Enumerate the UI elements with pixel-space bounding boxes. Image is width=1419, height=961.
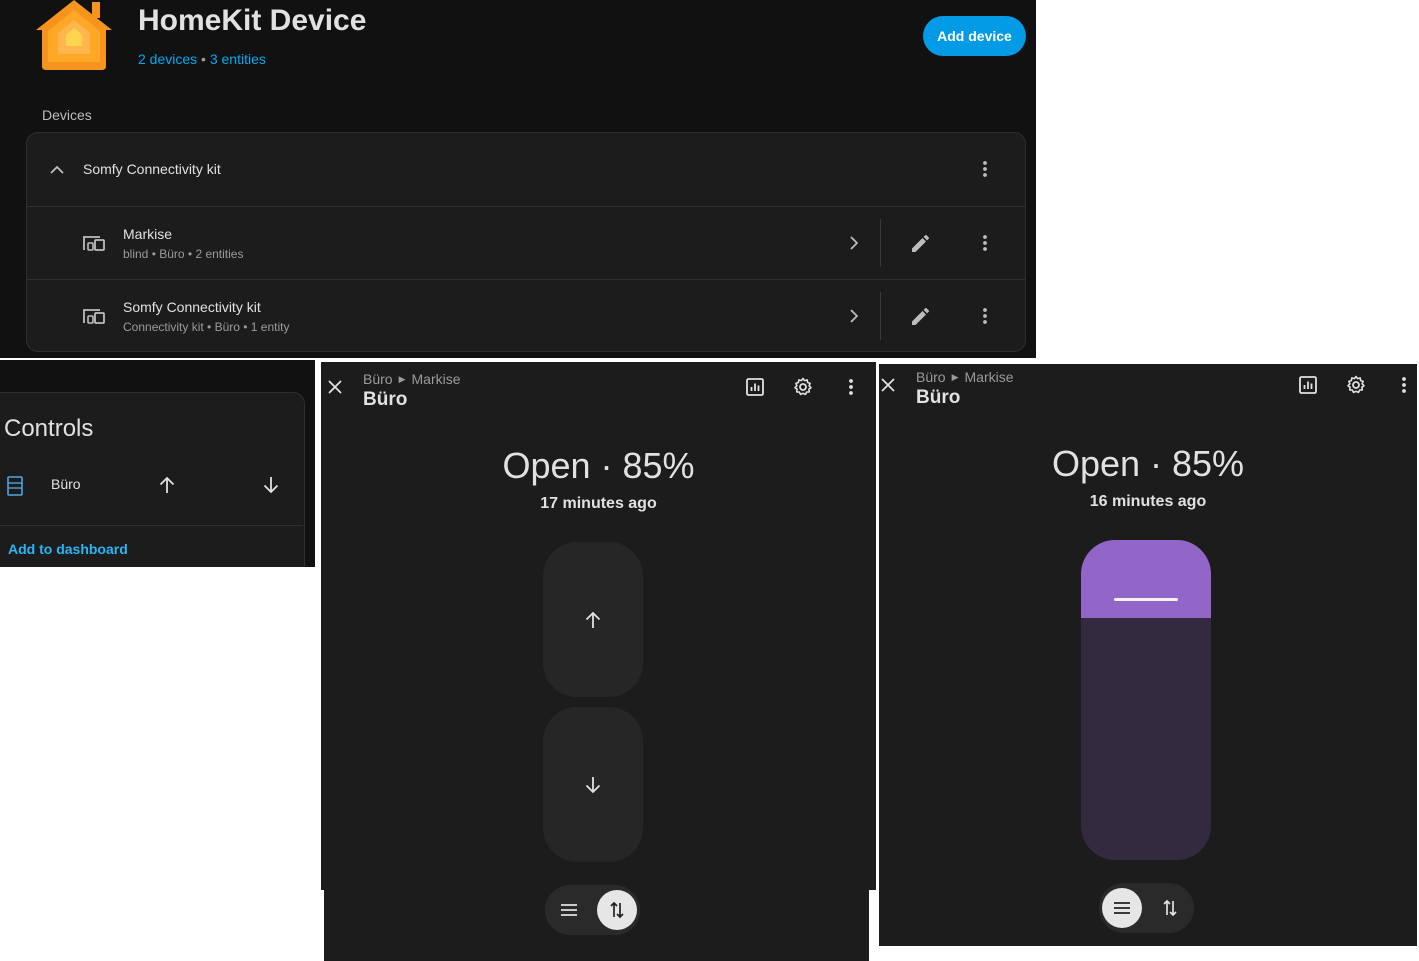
history-chart-icon[interactable] xyxy=(1296,373,1320,397)
last-changed: 17 minutes ago xyxy=(540,495,657,512)
gear-icon[interactable] xyxy=(1344,373,1368,397)
open-cover-button[interactable] xyxy=(543,542,643,697)
mode-position-button[interactable] xyxy=(549,890,589,930)
mode-position-button[interactable] xyxy=(1102,888,1142,928)
breadcrumb-separator-icon: ▶ xyxy=(951,372,959,382)
breadcrumb-area[interactable]: Büro xyxy=(916,369,946,385)
controls-entity-name[interactable]: Büro xyxy=(51,476,81,492)
slider-handle[interactable] xyxy=(1114,598,1178,601)
close-icon[interactable] xyxy=(323,375,347,399)
more-vert-icon[interactable] xyxy=(973,304,997,328)
dialog-title: Büro xyxy=(916,387,961,408)
breadcrumb: Büro ▶ Markise xyxy=(363,371,461,389)
more-info-dialog-position: Büro ▶ Markise Büro Open · 85% 16 minutes … xyxy=(879,364,1417,946)
arrow-up-icon[interactable] xyxy=(155,473,179,497)
breadcrumb: Büro ▶ Markise xyxy=(916,369,1014,387)
mode-buttons-button[interactable] xyxy=(1150,888,1190,928)
arrow-up-icon xyxy=(585,611,601,629)
chevron-up-icon[interactable] xyxy=(45,157,69,181)
integration-summary: 2 devices • 3 entities xyxy=(138,51,266,67)
history-chart-icon[interactable] xyxy=(743,375,767,399)
breadcrumb-area[interactable]: Büro xyxy=(363,371,393,387)
chevron-right-icon[interactable] xyxy=(841,304,865,328)
homekit-logo-icon xyxy=(36,0,112,70)
last-changed: 16 minutes ago xyxy=(1089,493,1207,510)
add-to-dashboard-button[interactable]: Add to dashboard xyxy=(8,541,128,557)
state-display: Open · 85% xyxy=(1051,443,1245,484)
close-icon[interactable] xyxy=(879,373,900,397)
row-divider xyxy=(880,219,881,267)
breadcrumb-separator-icon: ▶ xyxy=(398,374,406,384)
cover-position-slider[interactable] xyxy=(1081,540,1211,860)
device-details: blind • Büro • 2 entities xyxy=(123,247,244,261)
devices-link[interactable]: 2 devices xyxy=(138,51,197,67)
arrow-down-icon[interactable] xyxy=(259,473,283,497)
slider-closed-portion xyxy=(1081,540,1211,618)
controls-divider xyxy=(0,525,303,526)
pencil-icon[interactable] xyxy=(909,304,933,328)
more-info-dialog-buttons: Büro ▶ Markise Büro Open · 85% 17 minutes … xyxy=(321,362,876,890)
integration-page: HomeKit Device 2 devices • 3 entities Ad… xyxy=(0,0,1036,358)
devices-icon xyxy=(82,233,106,253)
more-vert-icon[interactable] xyxy=(1392,373,1416,397)
add-device-button[interactable]: Add device xyxy=(923,16,1026,56)
more-vert-icon[interactable] xyxy=(839,375,863,399)
device-group-name: Somfy Connectivity kit xyxy=(83,161,221,177)
arrow-down-icon xyxy=(585,776,601,794)
devices-section-label: Devices xyxy=(42,107,92,123)
chevron-right-icon[interactable] xyxy=(841,231,865,255)
dialog-title: Büro xyxy=(363,389,408,410)
control-mode-switch xyxy=(1099,883,1194,933)
device-name: Somfy Connectivity kit xyxy=(123,299,261,315)
page-title: HomeKit Device xyxy=(138,4,367,37)
device-name: Markise xyxy=(123,226,173,242)
device-row-markise[interactable]: Markise blind • Büro • 2 entities xyxy=(27,207,1025,280)
device-row-somfy[interactable]: Somfy Connectivity kit Connectivity kit … xyxy=(27,280,1025,351)
devices-icon xyxy=(82,306,106,326)
window-shutter-icon[interactable] xyxy=(6,475,24,497)
close-cover-button[interactable] xyxy=(543,707,643,862)
device-list-card: Somfy Connectivity kit Markise blind • B… xyxy=(26,132,1026,352)
more-vert-icon[interactable] xyxy=(973,231,997,255)
control-mode-switch xyxy=(545,885,640,935)
gear-icon[interactable] xyxy=(791,375,815,399)
summary-separator: • xyxy=(197,51,210,67)
device-group-header[interactable]: Somfy Connectivity kit xyxy=(27,133,1025,207)
breadcrumb-device[interactable]: Markise xyxy=(412,371,461,387)
controls-title: Controls xyxy=(4,415,94,442)
controls-panel: Controls Büro Add to dashboard xyxy=(0,360,315,567)
mode-buttons-button[interactable] xyxy=(597,890,637,930)
breadcrumb-device[interactable]: Markise xyxy=(965,369,1014,385)
row-divider xyxy=(880,292,881,340)
pencil-icon[interactable] xyxy=(909,231,933,255)
device-details: Connectivity kit • Büro • 1 entity xyxy=(123,320,290,334)
entities-link[interactable]: 3 entities xyxy=(210,51,266,67)
state-display: Open · 85% xyxy=(502,445,695,486)
more-vert-icon[interactable] xyxy=(973,157,997,181)
